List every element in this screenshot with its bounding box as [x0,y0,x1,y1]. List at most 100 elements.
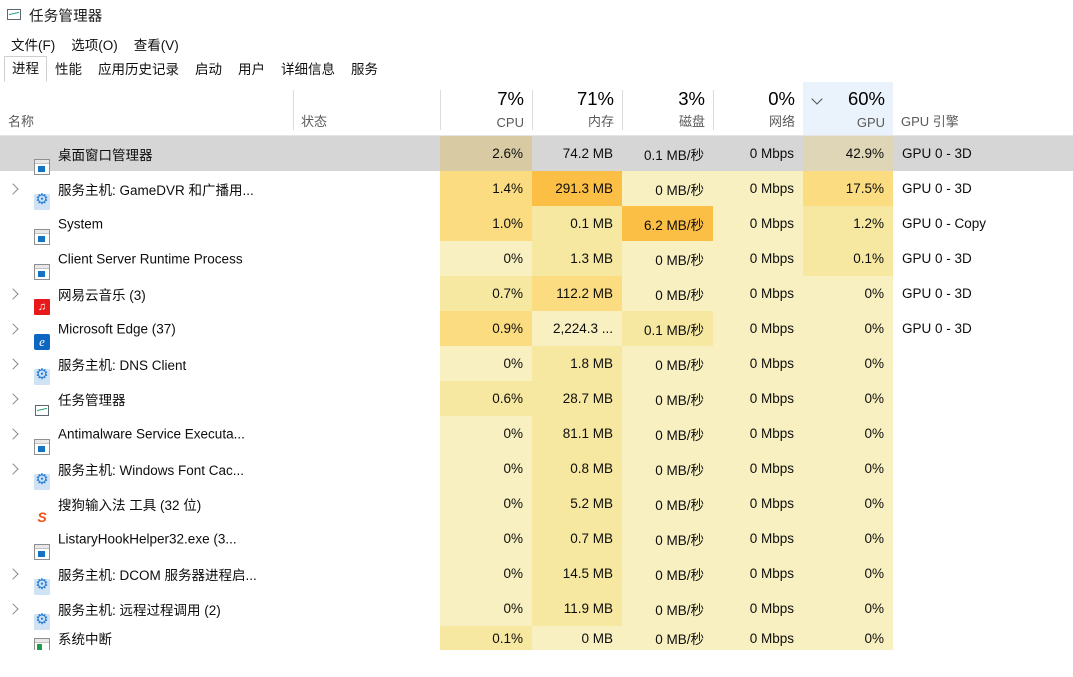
column-header-cpu[interactable]: 7% CPU [440,82,532,135]
cell-memory: 14.5 MB [532,556,622,591]
cell-gpu-engine: GPU 0 - 3D [902,321,972,336]
tab-details[interactable]: 详细信息 [273,57,343,83]
table-row[interactable]: 服务主机: DNS Client0%1.8 MB0 MB/秒0 Mbps0% [0,346,1073,385]
process-name-label: 服务主机: DCOM 服务器进程启... [58,567,257,583]
cell-name[interactable]: 桌面窗口管理器 [0,136,293,175]
cell-gpu-engine [893,451,1073,486]
chevron-right-icon[interactable] [8,359,18,369]
cell-memory: 28.7 MB [532,381,622,416]
column-header-cpu-summary: 7% [497,88,524,109]
table-row[interactable]: Client Server Runtime Process 0% 1.3 MB 0 M… [0,241,1073,280]
tab-app-history[interactable]: 应用历史记录 [90,57,187,83]
cell-memory: 112.2 MB [532,276,622,311]
column-header-gpu-label: GPU [856,115,885,130]
cell-network: 0 Mbps [713,276,803,311]
cell-name[interactable]: 网易云音乐 (3) [0,276,293,315]
cell-memory: 0.8 MB [532,451,622,486]
chevron-right-icon[interactable] [8,604,18,614]
cell-status [293,311,440,346]
cell-name[interactable]: 服务主机: DCOM 服务器进程启... [0,556,293,595]
tab-processes[interactable]: 进程 [4,55,47,82]
column-header-disk-label: 磁盘 [678,114,705,129]
process-name-label: 桌面窗口管理器 [58,147,153,163]
cell-status [293,346,440,381]
cell-disk: 0 MB/秒 [622,346,713,381]
chevron-right-icon[interactable] [8,429,18,439]
table-row[interactable]: ListaryHookHelper32.exe (3... 0% 0.7 MB 0 M… [0,521,1073,560]
cell-disk: 6.2 MB/秒 [622,206,713,241]
table-row[interactable]: 服务主机: GameDVR 和广播用... 1.4%291.3 MB0 MB/秒0… [0,171,1073,210]
cell-name[interactable]: System [0,206,293,245]
process-list[interactable]: 桌面窗口管理器 2.6% 74.2 MB 0.1 MB/秒 0 Mbps 42.9% GPU… [0,136,1073,650]
chevron-right-icon[interactable] [8,324,18,334]
column-divider [440,90,441,130]
process-name-label: 网易云音乐 (3) [58,287,146,303]
table-row[interactable]: 搜狗输入法 工具 (32 位)0%5.2 MB0 MB/秒0 Mbps0% [0,486,1073,526]
column-header-disk-summary: 3% [678,88,705,109]
cell-name[interactable]: 服务主机: 远程过程调用 (2) [0,591,293,630]
tab-startup[interactable]: 启动 [187,57,230,83]
chevron-right-icon[interactable] [8,569,18,579]
cell-name[interactable]: 服务主机: Windows Font Cac... [0,451,293,490]
cell-status [293,486,440,521]
menu-item-file[interactable]: 文件(F) [5,32,62,56]
tab-users[interactable]: 用户 [230,57,273,83]
chevron-right-icon[interactable] [8,394,18,404]
table-row[interactable]: Microsoft Edge (37) 0.9%2,224.3 ...0.1 MB… [0,311,1073,350]
cell-status [293,171,440,206]
column-header-disk[interactable]: 3% 磁盘 [622,82,713,135]
chevron-right-icon[interactable] [8,184,18,194]
column-header-name[interactable]: 名称 [0,82,293,135]
cell-gpu: 42.9% [803,136,893,171]
cell-network: 0 Mbps [713,241,803,276]
table-row[interactable]: 任务管理器 0.6% 28.7 MB 0 MB/秒 0 Mbps 0% [0,381,1073,416]
cell-network: 0 Mbps [713,346,803,381]
cell-memory: 74.2 MB [562,146,613,161]
cell-name[interactable]: Antimalware Service Executa... [0,416,293,455]
table-row[interactable]: 网易云音乐 (3) 0.7%112.2 MB0 MB/秒0 Mbps0% GPU 0… [0,276,1073,315]
column-divider [293,90,294,130]
cell-status [293,206,440,241]
table-row[interactable]: 服务主机: DCOM 服务器进程启...0%14.5 MB0 MB/秒0 Mbp… [0,556,1073,595]
cell-gpu-engine [893,381,1073,416]
cell-memory: 0.7 MB [532,521,622,556]
cell-gpu: 0% [803,311,893,346]
cell-status [293,556,440,591]
table-row[interactable]: 服务主机: 远程过程调用 (2)0%11.9 MB0 MB/秒0 Mbps0% [0,591,1073,630]
cell-name[interactable]: 系统中断 [0,626,293,650]
column-header-gpu[interactable]: 60% GPU [803,82,893,135]
column-header-gpu-engine[interactable]: GPU 引擎 [893,82,1073,135]
cell-name[interactable]: 任务管理器 [0,381,293,416]
table-row[interactable]: Antimalware Service Executa... 0% 81.1 MB 0… [0,416,1073,455]
cell-disk: 0 MB/秒 [622,556,713,591]
cell-gpu: 0% [803,486,893,521]
menu-item-view[interactable]: 查看(V) [128,32,186,56]
process-name-label: 服务主机: Windows Font Cac... [58,462,245,478]
column-header-status[interactable]: 状态 [293,82,440,135]
table-row[interactable]: 服务主机: Windows Font Cac...0%0.8 MB0 MB/秒0… [0,451,1073,490]
cell-name[interactable]: 服务主机: GameDVR 和广播用... [0,171,293,210]
tab-services[interactable]: 服务 [343,57,386,83]
task-manager-window: 任务管理器 文件(F) 选项(O) 查看(V) 进程 性能 应用历史记录 启动 … [0,0,1073,677]
table-row[interactable]: 系统中断 0.1% 0 MB 0 MB/秒 0 Mbps 0% [0,626,1073,650]
column-header-memory[interactable]: 71% 内存 [532,82,622,135]
cell-name[interactable]: Microsoft Edge (37) [0,311,293,350]
cell-gpu-engine: GPU 0 - 3D [902,146,972,161]
menu-item-options[interactable]: 选项(O) [65,32,125,56]
tab-performance[interactable]: 性能 [47,57,90,83]
cell-name[interactable]: ListaryHookHelper32.exe (3... [0,521,293,560]
cell-name[interactable]: 服务主机: DNS Client [0,346,293,385]
cell-gpu-engine [893,521,1073,556]
chevron-right-icon[interactable] [8,289,18,299]
cell-gpu: 0% [803,451,893,486]
title-bar: 任务管理器 [0,0,1073,31]
cell-gpu: 17.5% [803,171,893,206]
cell-name[interactable]: 搜狗输入法 工具 (32 位) [0,486,293,526]
column-header-network[interactable]: 0% 网络 [713,82,803,135]
table-row[interactable]: 桌面窗口管理器 2.6% 74.2 MB 0.1 MB/秒 0 Mbps 42.9% GPU… [0,136,1073,175]
column-header-memory-label: 内存 [587,114,614,129]
cell-name[interactable]: Client Server Runtime Process [0,241,293,280]
table-row[interactable]: System 1.0% 0.1 MB 6.2 MB/秒 0 Mbps 1.2% GPU 0 … [0,206,1073,245]
chevron-right-icon[interactable] [8,464,18,474]
task-manager-icon [6,8,22,24]
